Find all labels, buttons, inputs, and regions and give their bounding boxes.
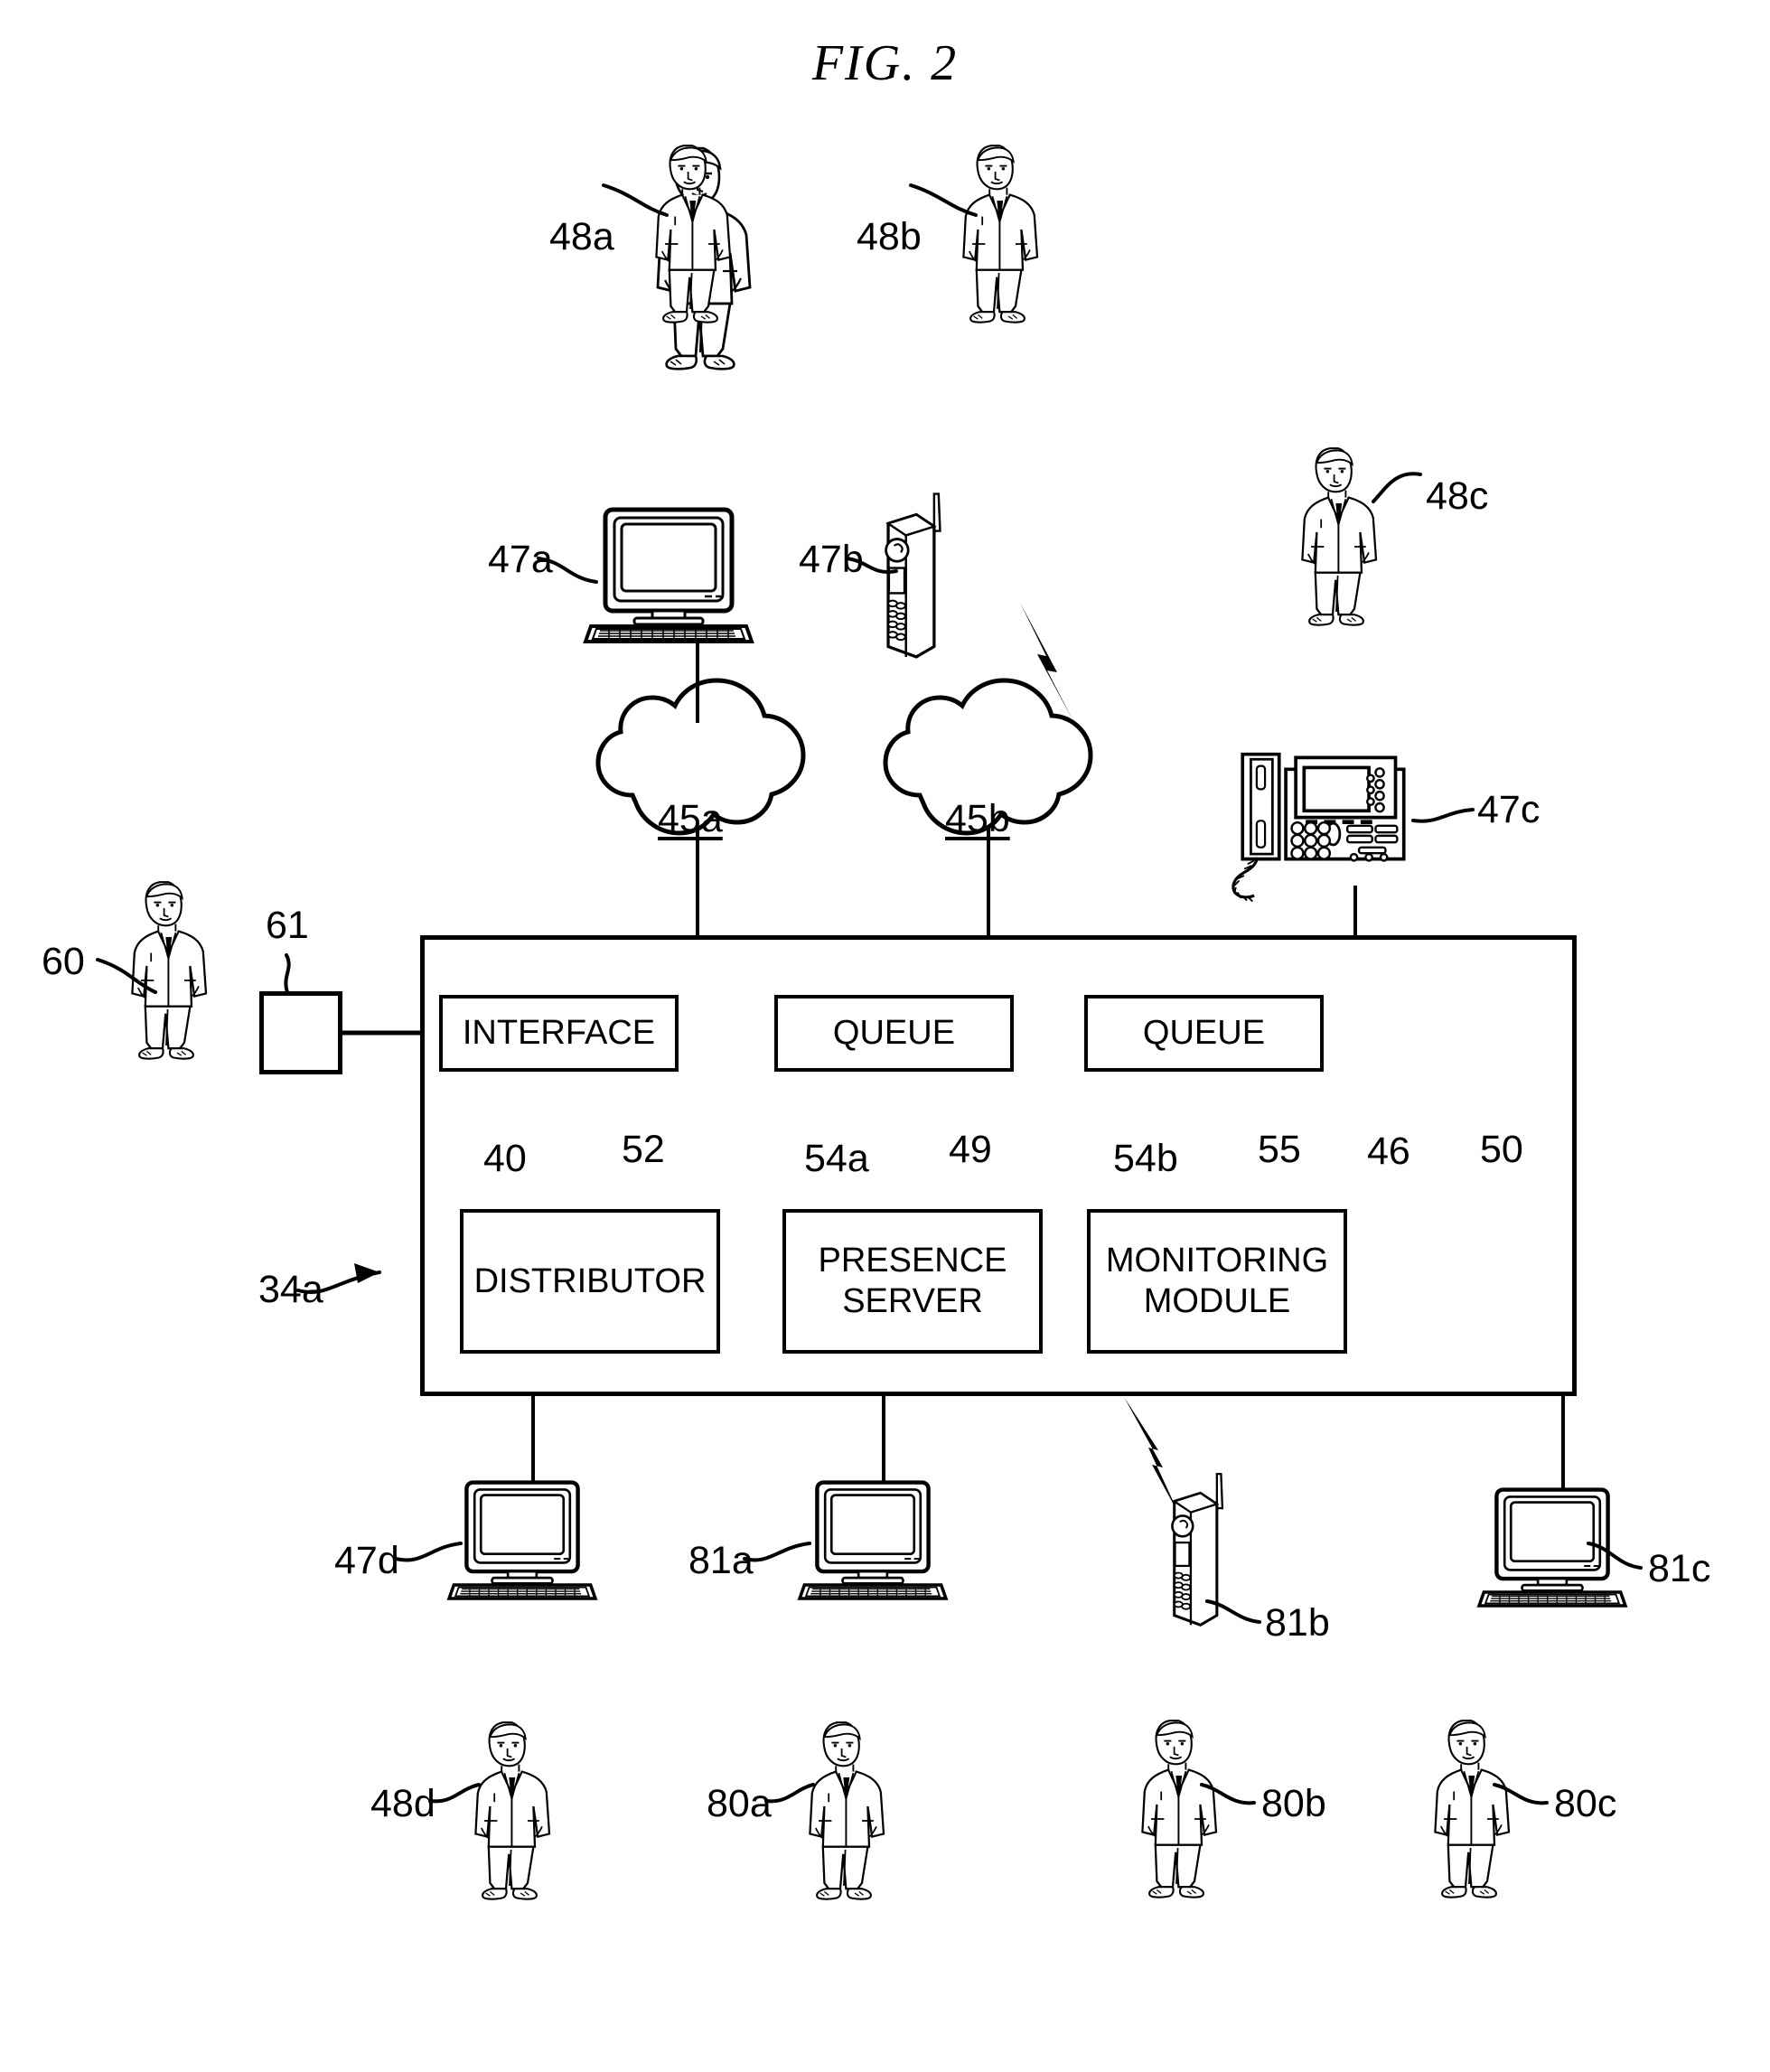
leader-47d [394, 1542, 463, 1562]
distributor-block-label: DISTRIBUTOR [473, 1261, 707, 1300]
ref-47b: 47b [799, 538, 864, 581]
lightning-bolt-icon-47b [1020, 603, 1073, 721]
ref-55: 55 [1258, 1128, 1301, 1171]
lightning-bolt-icon-81b [1124, 1397, 1181, 1518]
ref-49: 49 [949, 1128, 992, 1171]
person-glyph-48b [962, 145, 1039, 323]
leader-80b [1200, 1783, 1256, 1805]
monitoring-module-label-line2: MODULE [1143, 1282, 1291, 1320]
figure-title: FIG. 2 [811, 35, 959, 91]
arrow-icon-34a [354, 1263, 379, 1283]
presence-server-block[interactable]: PRESENCE SERVER [782, 1209, 1043, 1354]
computer-glyph-47d [449, 1483, 595, 1599]
person-glyph-60 [131, 881, 208, 1060]
person-glyph-48c [1301, 447, 1378, 626]
leader-81c [1587, 1542, 1643, 1570]
leader-80a [764, 1783, 815, 1804]
ref-54b: 54b [1113, 1137, 1178, 1180]
person-48a [656, 146, 752, 370]
ref-80b: 80b [1261, 1782, 1326, 1825]
leader-48d [428, 1783, 481, 1804]
ref-45a: 45a [658, 797, 723, 840]
ref-48c: 48c [1426, 474, 1489, 518]
box-61-unit[interactable] [259, 991, 342, 1074]
ref-54a: 54a [804, 1137, 869, 1180]
queue-b-block-label: QUEUE [1142, 1014, 1266, 1053]
ref-81b: 81b [1265, 1601, 1330, 1645]
queue-b-block[interactable]: QUEUE [1084, 995, 1324, 1072]
person-glyph-48d [474, 1721, 551, 1900]
presence-server-label-line1: PRESENCE [818, 1242, 1007, 1280]
ref-45b: 45b [945, 797, 1010, 840]
interface-block-label: INTERFACE [462, 1014, 656, 1053]
monitoring-module-block[interactable]: MONITORING MODULE [1087, 1209, 1347, 1354]
computer-glyph-47a [585, 510, 752, 642]
ref-80c: 80c [1554, 1782, 1617, 1825]
leader-61 [284, 953, 291, 994]
person-glyph-80c [1434, 1720, 1511, 1899]
computer-glyph-81c [1479, 1490, 1625, 1606]
ref-81c: 81c [1648, 1547, 1711, 1590]
patent-figure-page: FIG. 2 INTERFACE QUEUE QUEUE DISTRIBUTOR… [0, 0, 1770, 2072]
ref-47d: 47d [334, 1539, 399, 1582]
ref-81a: 81a [688, 1539, 754, 1582]
queue-a-block[interactable]: QUEUE [774, 995, 1014, 1072]
ref-48d: 48d [370, 1782, 435, 1825]
computer-glyph-81a [800, 1483, 946, 1599]
presence-server-label-line2: SERVER [842, 1282, 983, 1320]
ref-47a: 47a [488, 538, 553, 581]
mobile-glyph-81b [1170, 1472, 1224, 1627]
leader-48b [909, 183, 978, 217]
leader-47c [1411, 808, 1475, 823]
ref-40: 40 [483, 1137, 527, 1180]
ref-34a: 34a [258, 1268, 323, 1311]
person-glyph-80a [809, 1721, 885, 1900]
ref-48a: 48a [549, 215, 614, 258]
interface-block[interactable]: INTERFACE [439, 995, 679, 1072]
leader-48c [1372, 472, 1422, 503]
ref-46: 46 [1367, 1130, 1410, 1173]
leader-81a [743, 1542, 811, 1562]
ref-47c: 47c [1477, 788, 1541, 831]
monitoring-module-label-line1: MONITORING [1105, 1242, 1329, 1280]
leader-80c [1493, 1783, 1549, 1805]
distributor-block[interactable]: DISTRIBUTOR [460, 1209, 720, 1354]
ref-60: 60 [42, 940, 85, 983]
queue-a-block-label: QUEUE [832, 1014, 956, 1053]
ref-80a: 80a [707, 1782, 772, 1825]
leader-60 [96, 958, 157, 994]
ref-61: 61 [266, 904, 309, 947]
leader-81b [1205, 1599, 1261, 1624]
deskphone-glyph-47c [1232, 752, 1406, 904]
person-glyph-80b [1141, 1720, 1218, 1899]
mobile-glyph-47b [884, 492, 942, 659]
ref-52: 52 [622, 1128, 665, 1171]
person-glyph-48a [655, 145, 732, 323]
ref-50: 50 [1480, 1128, 1523, 1171]
ref-48b: 48b [857, 215, 922, 258]
leader-48a [602, 183, 669, 217]
